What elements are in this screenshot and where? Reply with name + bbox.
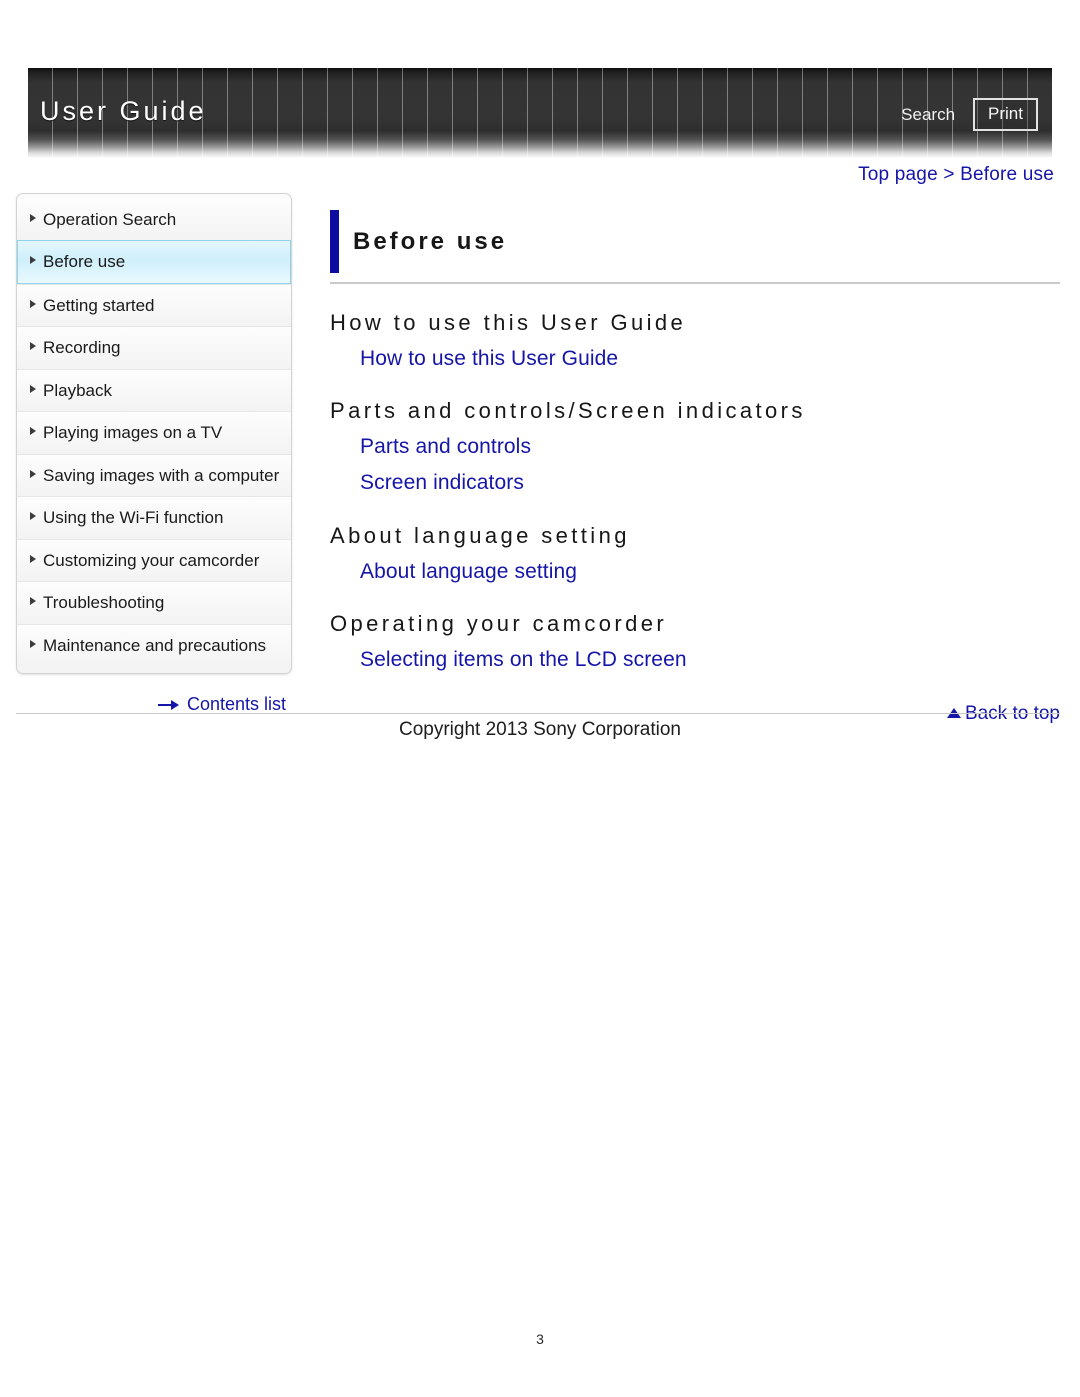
section-link[interactable]: Parts and controls [360, 432, 1060, 462]
sidebar-item-label: Recording [43, 338, 121, 358]
sidebar-item-playing-images-on-a-tv[interactable]: Playing images on a TV [17, 411, 291, 454]
section-list: How to use this User Guide How to use thi… [330, 308, 1060, 675]
site-title: User Guide [40, 96, 207, 126]
arrow-right-icon [158, 699, 180, 711]
sidebar-item-label: Operation Search [43, 210, 177, 229]
sidebar-item-label: Playback [43, 380, 112, 400]
bullet-triangle-icon [30, 299, 36, 308]
copyright-text: Copyright 2013 Sony Corporation [398, 719, 681, 740]
sidebar-nav: Operation Search Before use Getting starte… [16, 193, 292, 674]
sidebar-item-customizing-your-camcorder[interactable]: Customizing your camcorder [17, 538, 291, 582]
sidebar-item-label: Playing images on a TV [43, 423, 223, 443]
sidebar-item-label: Getting started [43, 295, 155, 315]
sidebar-item-label: Before use [43, 252, 126, 272]
bullet-triangle-icon [30, 214, 36, 222]
sidebar-item-label: Troubleshooting [43, 593, 165, 613]
sidebar-item-getting-started[interactable]: Getting started [17, 283, 291, 327]
sidebar-item-maintenance-and-precautions[interactable]: Maintenance and precautions [17, 623, 291, 666]
bullet-triangle-icon [30, 639, 36, 648]
section-link[interactable]: Selecting items on the LCD screen [360, 645, 1060, 675]
sidebar-item-saving-images-with-a-computer[interactable]: Saving images with a computer [17, 453, 291, 497]
sidebar-item-using-the-wi-fi-function[interactable]: Using the Wi-Fi function [17, 496, 291, 539]
contents-list-link[interactable]: Contents list [158, 694, 286, 715]
section-link[interactable]: About language setting [360, 557, 1060, 587]
main-content: Before use How to use this User Guide How… [330, 210, 1060, 725]
section-heading: About language setting [330, 522, 630, 548]
bullet-triangle-icon [30, 427, 36, 436]
bullet-triangle-icon [30, 597, 36, 606]
sidebar-item-operation-search[interactable]: Operation Search [17, 199, 291, 241]
sidebar-item-label: Saving images with a computer [43, 465, 280, 485]
sidebar-item-label: Using the Wi-Fi function [43, 508, 224, 528]
section-link[interactable]: Screen indicators [360, 468, 1060, 498]
bullet-triangle-icon [30, 384, 36, 393]
bullet-triangle-icon [30, 512, 36, 521]
sidebar-item-troubleshooting[interactable]: Troubleshooting [17, 581, 291, 624]
bullet-triangle-icon [30, 342, 36, 351]
section-heading: Operating your camcorder [330, 610, 668, 636]
page-number: 3 [536, 1331, 544, 1347]
section-heading: How to use this User Guide [330, 310, 687, 336]
bullet-triangle-icon [30, 469, 36, 478]
print-button[interactable]: Print [973, 98, 1038, 131]
contents-list-label: Contents list [187, 694, 287, 714]
search-button[interactable]: Search [899, 102, 957, 127]
page-title: Before use [353, 228, 508, 256]
page-title-row: Before use [330, 210, 1060, 285]
sidebar-item-recording[interactable]: Recording [17, 326, 291, 369]
bullet-triangle-icon [30, 554, 36, 563]
bullet-triangle-icon [30, 256, 36, 265]
header-actions: Search Print [899, 98, 1038, 131]
sidebar-item-label: Maintenance and precautions [43, 635, 267, 655]
breadcrumb[interactable]: Top page > Before use [858, 164, 1054, 186]
header-bar: User Guide Search Print [28, 68, 1052, 158]
sidebar-item-label: Customizing your camcorder [43, 550, 260, 570]
sidebar-item-before-use[interactable]: Before use [17, 240, 291, 284]
content-section: Operating your camcorder Selecting items … [330, 609, 1060, 675]
section-link[interactable]: How to use this User Guide [360, 344, 1060, 374]
section-heading: Parts and controls/Screen indicators [330, 398, 806, 424]
sidebar-item-playback[interactable]: Playback [17, 368, 291, 412]
footer-divider [16, 713, 1060, 714]
content-section: How to use this User Guide How to use thi… [330, 308, 1060, 374]
content-section: About language setting About language set… [330, 521, 1060, 587]
content-section: Parts and controls/Screen indicators Part… [330, 396, 1060, 499]
site-header: User Guide Search Print [28, 68, 1052, 158]
title-accent-bar [330, 210, 339, 274]
